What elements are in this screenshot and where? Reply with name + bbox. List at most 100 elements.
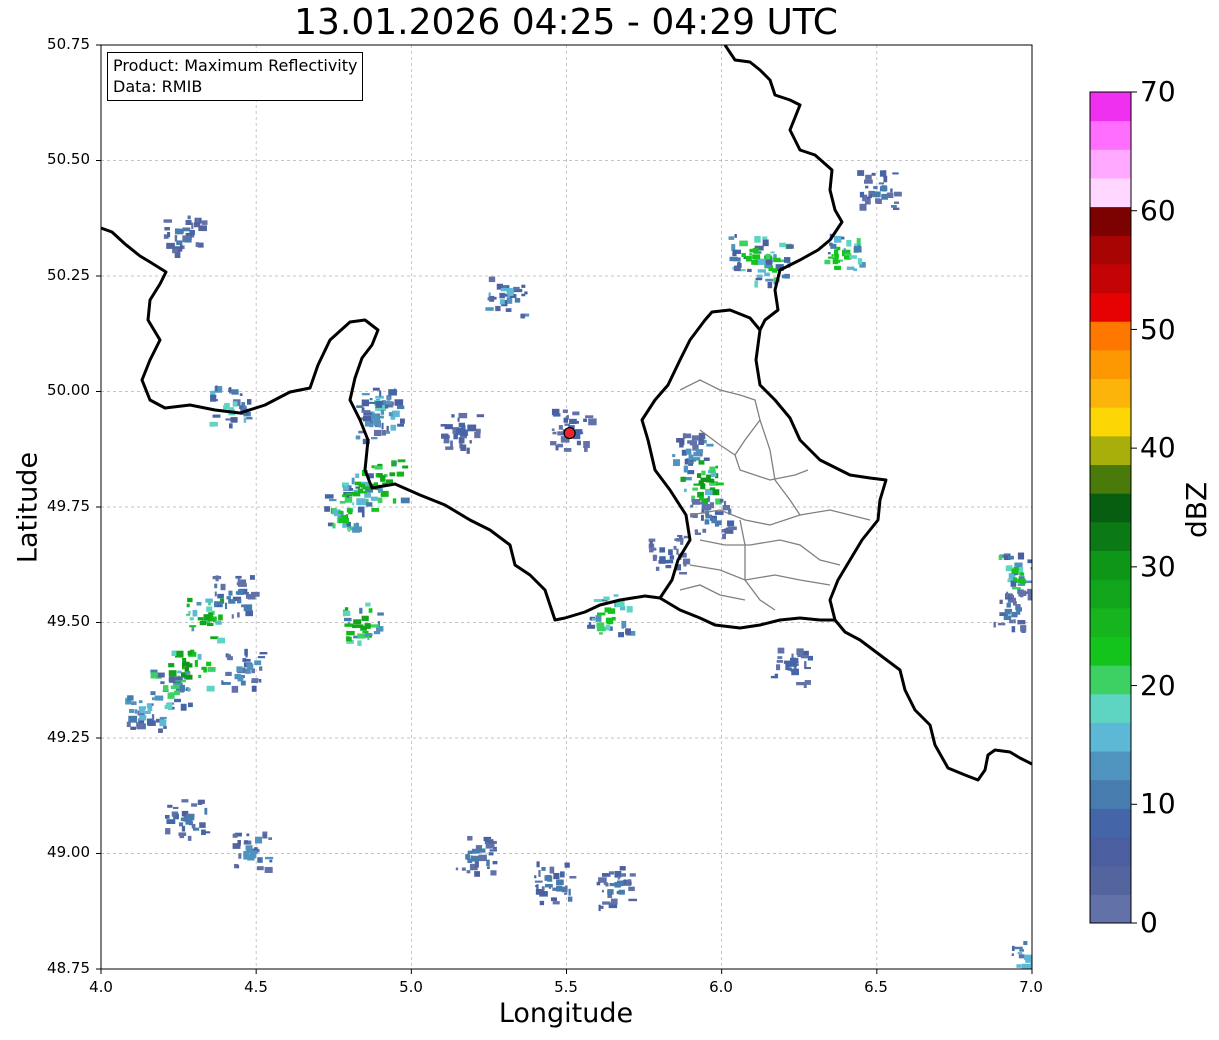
echo-pixel bbox=[1042, 941, 1045, 948]
echo-pixel bbox=[166, 819, 176, 824]
echo-pixel bbox=[1027, 588, 1032, 595]
echo-pixel bbox=[487, 866, 490, 870]
echo-pixel bbox=[394, 399, 404, 406]
echo-pixel bbox=[697, 501, 704, 505]
echo-pixel bbox=[1041, 968, 1045, 972]
colorbar-segment bbox=[1090, 521, 1131, 551]
echo-pixel bbox=[189, 617, 194, 621]
echo-pixel bbox=[665, 564, 672, 569]
echo-pixel bbox=[599, 905, 604, 909]
colorbar-segment bbox=[1090, 235, 1131, 265]
echo-pixel bbox=[1037, 949, 1040, 956]
echo-core-pixel bbox=[471, 855, 479, 861]
echo-pixel bbox=[166, 242, 175, 249]
echo-pixel bbox=[553, 872, 560, 880]
echo-pixel bbox=[130, 726, 137, 730]
echo-pixel bbox=[786, 244, 794, 249]
echo-pixel bbox=[777, 647, 785, 654]
echo-pixel bbox=[469, 426, 476, 430]
echo-core-pixel bbox=[338, 510, 344, 514]
echo-pixel bbox=[495, 305, 501, 312]
echo-pixel bbox=[474, 871, 480, 877]
echo-pixel bbox=[597, 612, 606, 616]
echo-pixel bbox=[796, 681, 805, 686]
echo-pixel bbox=[205, 598, 213, 603]
echo-pixel bbox=[206, 661, 212, 667]
echo-pixel bbox=[681, 438, 685, 446]
echo-pixel bbox=[1020, 625, 1027, 632]
echo-pixel bbox=[684, 458, 688, 465]
colorbar-segment bbox=[1090, 607, 1131, 637]
echo-pixel bbox=[565, 416, 569, 419]
echo-pixel bbox=[757, 269, 766, 273]
echo-pixel bbox=[180, 703, 187, 711]
echo-pixel bbox=[596, 881, 601, 886]
echo-pixel bbox=[254, 660, 262, 666]
echo-pixel bbox=[204, 807, 208, 815]
echo-pixel bbox=[700, 514, 704, 521]
echo-pixel bbox=[1004, 553, 1009, 556]
echo-pixel bbox=[455, 867, 459, 871]
y-tick-label: 50.25 bbox=[47, 266, 90, 284]
echo-core-pixel bbox=[237, 589, 244, 595]
echo-pixel bbox=[722, 505, 731, 511]
echo-pixel bbox=[1013, 619, 1016, 624]
y-tick-label: 50.00 bbox=[47, 381, 90, 399]
echo-pixel bbox=[1043, 949, 1048, 952]
echo-core-pixel bbox=[364, 420, 371, 427]
colorbar-segment bbox=[1090, 149, 1131, 179]
echo-core-pixel bbox=[389, 472, 396, 477]
echo-pixel bbox=[214, 591, 217, 597]
echo-pixel bbox=[682, 433, 686, 439]
echo-pixel bbox=[879, 170, 887, 177]
echo-pixel bbox=[1016, 964, 1022, 968]
echo-pixel bbox=[997, 622, 1006, 626]
echo-core-pixel bbox=[544, 883, 553, 888]
echo-core-pixel bbox=[338, 517, 347, 524]
echo-pixel bbox=[869, 194, 873, 199]
echo-core-pixel bbox=[361, 615, 369, 621]
echo-pixel bbox=[563, 448, 572, 452]
echo-core-pixel bbox=[185, 820, 193, 825]
echo-pixel bbox=[206, 606, 213, 612]
echo-pixel bbox=[749, 253, 753, 256]
echo-pixel bbox=[830, 243, 837, 249]
echo-pixel bbox=[182, 684, 185, 692]
echo-core-pixel bbox=[1025, 964, 1032, 969]
echo-pixel bbox=[370, 624, 379, 628]
echo-core-pixel bbox=[752, 247, 759, 253]
echo-pixel bbox=[489, 849, 497, 852]
x-axis-label: Longitude bbox=[498, 998, 634, 1029]
echo-pixel bbox=[893, 207, 900, 211]
echo-core-pixel bbox=[373, 419, 381, 426]
echo-pixel bbox=[402, 465, 409, 469]
echo-core-pixel bbox=[245, 845, 253, 851]
echo-pixel bbox=[378, 490, 381, 493]
echo-pixel bbox=[1017, 588, 1021, 594]
echo-pixel bbox=[138, 700, 143, 704]
echo-core-pixel bbox=[499, 299, 505, 305]
echo-pixel bbox=[605, 624, 611, 631]
echo-pixel bbox=[386, 431, 391, 434]
echo-pixel bbox=[231, 685, 239, 693]
echo-pixel bbox=[147, 720, 156, 726]
echo-core-pixel bbox=[745, 255, 752, 262]
echo-pixel bbox=[569, 418, 577, 425]
echo-core-pixel bbox=[176, 240, 183, 246]
echo-pixel bbox=[199, 822, 206, 828]
x-tick-label: 7.0 bbox=[1019, 978, 1043, 996]
x-tick-label: 4.0 bbox=[89, 978, 113, 996]
echo-core-pixel bbox=[834, 249, 839, 255]
echo-pixel bbox=[588, 418, 597, 426]
echo-pixel bbox=[568, 888, 571, 896]
echo-pixel bbox=[246, 833, 250, 837]
echo-pixel bbox=[853, 246, 862, 253]
echo-core-pixel bbox=[608, 618, 613, 624]
echo-pixel bbox=[444, 424, 453, 430]
echo-pixel bbox=[727, 526, 737, 531]
echo-pixel bbox=[739, 240, 748, 247]
echo-core-pixel bbox=[170, 685, 176, 689]
colorbar-segment bbox=[1090, 292, 1131, 322]
echo-pixel bbox=[567, 896, 573, 902]
echo-pixel bbox=[381, 422, 384, 430]
